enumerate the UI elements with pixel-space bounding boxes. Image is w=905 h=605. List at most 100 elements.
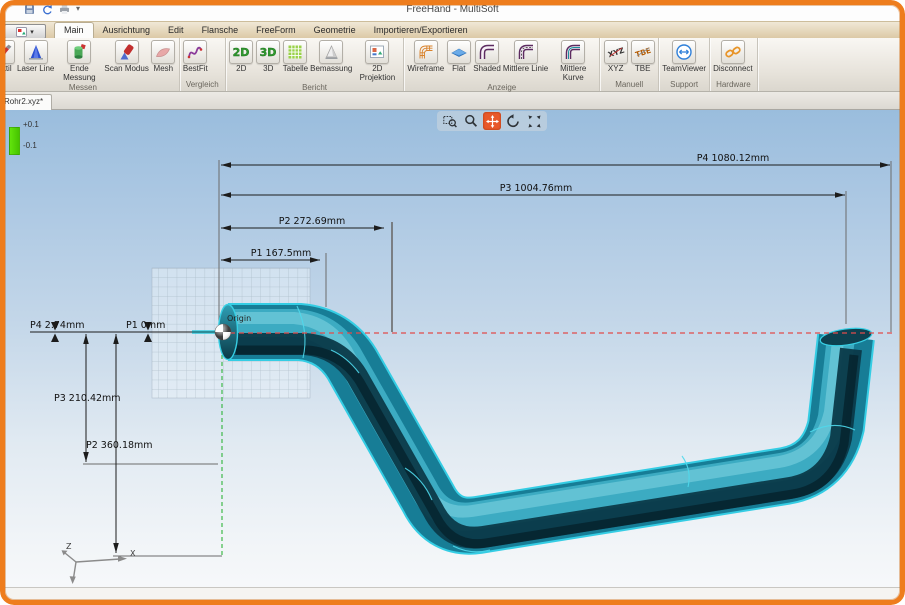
- rotate-tool[interactable]: [504, 112, 522, 130]
- table-grid-icon: [283, 40, 307, 64]
- window-title: FreeHand - MultiSoft: [0, 4, 905, 15]
- ribbon-group-vergleich: BestFit Vergleich: [180, 38, 226, 91]
- xyz-button[interactable]: XYZ XYZ: [603, 40, 628, 74]
- dim-p4-horizontal: P4 1080.12mm: [697, 153, 770, 164]
- ende-messung-button[interactable]: Ende Messung: [56, 40, 102, 83]
- centerline-elbow-icon: [514, 40, 538, 64]
- zoom-window-tool[interactable]: [441, 112, 459, 130]
- color-scale-bar: [9, 127, 20, 155]
- ribbon-group-bericht: 2D 2D 3D 3D Tabelle Bemassung 2D Pr: [226, 38, 405, 91]
- color-scale-min: -0.1: [23, 141, 37, 150]
- ribbon: Taktil Laser Line Ende Messung Scan Modu…: [0, 38, 905, 92]
- bestfit-curve-icon: [183, 40, 207, 64]
- teamviewer-button[interactable]: TeamViewer: [662, 40, 706, 74]
- axis-x-label: X: [130, 549, 136, 558]
- document-tab[interactable]: Rohr2.xyz*: [1, 94, 52, 110]
- zoom-icon: [464, 114, 478, 128]
- tab-importieren-exportieren[interactable]: Importieren/Exportieren: [365, 23, 477, 38]
- teamviewer-icon: [672, 40, 696, 64]
- dim-p1-horizontal: P1 167.5mm: [251, 248, 312, 259]
- dim-p3-vertical: P3 210.42mm: [54, 393, 121, 404]
- rotate-icon: [506, 114, 520, 128]
- application-menu-caret: ▾: [30, 28, 34, 36]
- pan-tool[interactable]: [483, 112, 501, 130]
- tab-geometrie[interactable]: Geometrie: [305, 23, 365, 38]
- dim-p1-vertical: P1 0mm: [126, 320, 165, 331]
- flat-panel-icon: [447, 40, 471, 64]
- status-bar: [0, 587, 905, 605]
- tbe-icon: TBE: [631, 40, 655, 64]
- disconnect-button[interactable]: Disconnect: [713, 40, 753, 74]
- scan-modus-button[interactable]: Scan Modus: [104, 40, 148, 74]
- group-label-manuell: Manuell: [603, 80, 655, 91]
- document-tab-bar: Rohr2.xyz*: [0, 92, 905, 110]
- zoom-window-icon: [443, 114, 457, 128]
- scanner-icon: [115, 40, 139, 64]
- shaded-elbow-icon: [475, 40, 499, 64]
- menu-tab-bar: ▾ Main Ausrichtung Edit Flansche FreeFor…: [0, 21, 905, 38]
- laser-line-button[interactable]: Laser Line: [17, 40, 54, 74]
- flat-button[interactable]: Flat: [446, 40, 471, 74]
- svg-text:3D: 3D: [260, 46, 277, 59]
- origin-label: Origin: [227, 314, 251, 323]
- dim-p2-vertical: P2 360.18mm: [86, 440, 153, 451]
- dim-p3-horizontal: P3 1004.76mm: [500, 183, 573, 194]
- mittlere-kurve-button[interactable]: Mittlere Kurve: [550, 40, 596, 83]
- report-3d-button[interactable]: 3D 3D: [256, 40, 281, 74]
- ribbon-group-hardware: Disconnect Hardware: [710, 38, 758, 91]
- report-2d-button[interactable]: 2D 2D: [229, 40, 254, 74]
- laser-cone-icon: [24, 40, 48, 64]
- tab-edit[interactable]: Edit: [159, 23, 193, 38]
- dim-p2-horizontal: P2 272.69mm: [279, 216, 346, 227]
- mesh-button[interactable]: Mesh: [151, 40, 176, 74]
- ribbon-group-support: TeamViewer Support: [659, 38, 710, 91]
- view-toolbar: [437, 111, 547, 131]
- 2d-icon: 2D: [229, 40, 253, 64]
- axis-triad: X Z: [62, 542, 137, 584]
- shaded-button[interactable]: Shaded: [473, 40, 501, 74]
- tab-freeform[interactable]: FreeForm: [247, 23, 305, 38]
- scene-svg: P1 167.5mm P2 272.69mm P3 1004.76mm P4 1…: [0, 110, 905, 587]
- tbe-button[interactable]: TBE TBE: [630, 40, 655, 74]
- dimension-cone-icon: [319, 40, 343, 64]
- wireframe-elbow-icon: [414, 40, 438, 64]
- svg-text:TBE: TBE: [634, 46, 652, 59]
- tab-main[interactable]: Main: [54, 22, 94, 38]
- chain-link-icon: [721, 40, 745, 64]
- viewport-3d[interactable]: P1 167.5mm P2 272.69mm P3 1004.76mm P4 1…: [0, 110, 905, 587]
- bemassung-button[interactable]: Bemassung: [310, 40, 352, 74]
- application-menu-icon: [16, 27, 27, 37]
- svg-text:2D: 2D: [233, 46, 250, 59]
- xyz-icon: XYZ: [604, 40, 628, 64]
- group-label-hardware: Hardware: [713, 80, 754, 91]
- mittlere-linie-button[interactable]: Mittlere Linie: [503, 40, 548, 74]
- bestfit-button[interactable]: BestFit: [183, 40, 208, 74]
- group-label-support: Support: [662, 80, 706, 91]
- dim-p4-vertical: P4 2.74mm: [30, 320, 84, 331]
- title-bar: ▾ FreeHand - MultiSoft: [0, 0, 905, 21]
- 3d-icon: 3D: [256, 40, 280, 64]
- tabelle-button[interactable]: Tabelle: [283, 40, 308, 74]
- app-window: ▾ FreeHand - MultiSoft ▾ Main Ausrichtun…: [0, 0, 905, 605]
- fit-view-icon: [528, 115, 541, 128]
- taktil-button[interactable]: Taktil: [0, 40, 15, 74]
- mesh-surface-icon: [151, 40, 175, 64]
- cylinder-probe-icon: [67, 40, 91, 64]
- zoom-tool[interactable]: [462, 112, 480, 130]
- tab-flansche[interactable]: Flansche: [193, 23, 248, 38]
- pipe-model[interactable]: [219, 305, 873, 552]
- wireframe-button[interactable]: Wireframe: [407, 40, 444, 74]
- fit-view-tool[interactable]: [525, 112, 543, 130]
- tab-ausrichtung[interactable]: Ausrichtung: [94, 23, 160, 38]
- 2d-projection-icon: [365, 40, 389, 64]
- color-scale-max: +0.1: [23, 120, 39, 129]
- pan-icon: [486, 115, 499, 128]
- centercurve-elbow-icon: [561, 40, 585, 64]
- projektion-2d-button[interactable]: 2D Projektion: [354, 40, 400, 83]
- stylus-icon: [0, 40, 15, 64]
- group-label-vergleich: Vergleich: [183, 80, 222, 91]
- application-menu-button[interactable]: ▾: [4, 24, 46, 39]
- axis-z-label: Z: [66, 542, 72, 551]
- ribbon-group-anzeige: Wireframe Flat Shaded Mittlere Linie Mit…: [404, 38, 600, 91]
- ribbon-group-messen: Taktil Laser Line Ende Messung Scan Modu…: [0, 38, 180, 91]
